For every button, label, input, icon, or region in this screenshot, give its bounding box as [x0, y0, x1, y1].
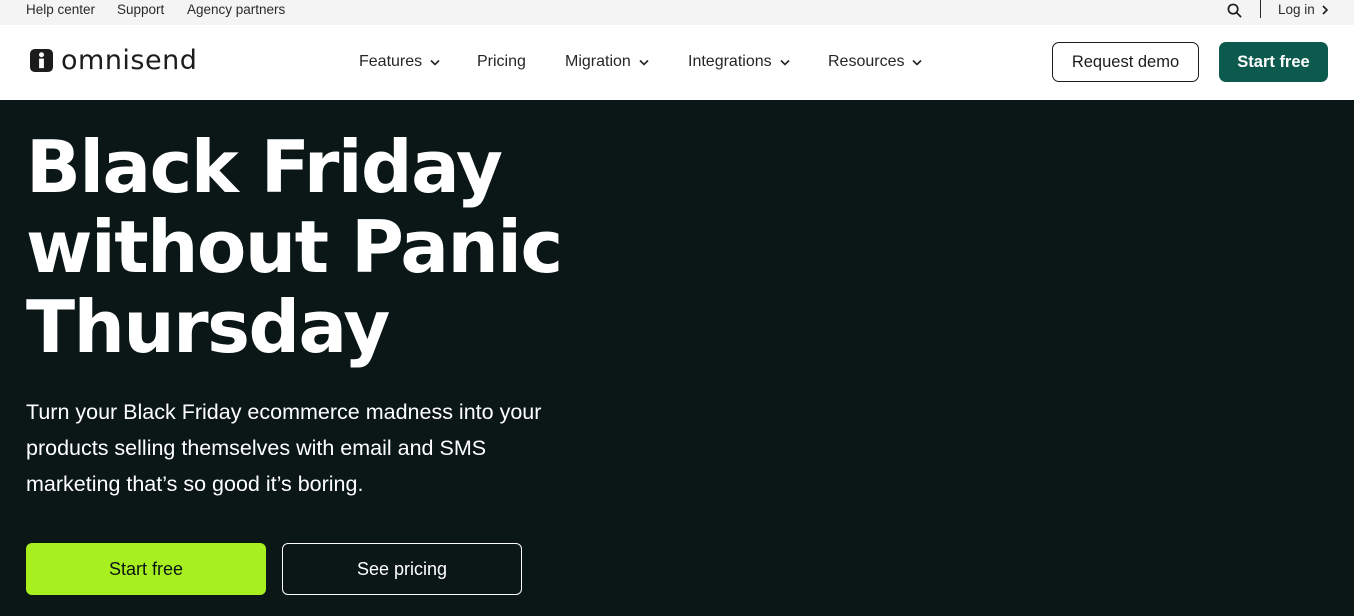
utility-bar: Help center Support Agency partners Log …	[0, 0, 1354, 25]
nav-pricing[interactable]: Pricing	[477, 53, 526, 71]
agency-partners-link[interactable]: Agency partners	[187, 2, 285, 17]
login-link[interactable]: Log in	[1278, 2, 1329, 17]
omnisend-logo[interactable]: omnisend	[30, 47, 197, 74]
main-nav: omnisend Features Pricing Migration Inte…	[0, 25, 1354, 100]
utility-divider	[1260, 0, 1261, 18]
chevron-right-icon	[1322, 4, 1328, 15]
subtext-line: marketing that’s so good it’s boring.	[26, 472, 364, 496]
nav-resources-label: Resources	[828, 53, 905, 70]
headline-line: without Panic	[26, 205, 563, 289]
subtext-line: products selling themselves with email a…	[26, 436, 487, 460]
help-center-link[interactable]: Help center	[26, 2, 95, 17]
support-link[interactable]: Support	[117, 2, 164, 17]
nav-resources[interactable]: Resources	[828, 53, 923, 71]
nav-integrations-label: Integrations	[688, 53, 772, 70]
nav-migration[interactable]: Migration	[565, 53, 649, 71]
nav-integrations[interactable]: Integrations	[688, 53, 790, 71]
hero-start-free-button[interactable]: Start free	[26, 543, 266, 595]
subtext-line: Turn your Black Friday ecommerce madness…	[26, 400, 542, 424]
omnisend-logo-mark-icon	[30, 49, 53, 72]
login-label: Log in	[1278, 2, 1315, 17]
chevron-down-icon	[639, 59, 649, 66]
nav-features-label: Features	[359, 53, 423, 70]
chevron-down-icon	[912, 59, 923, 66]
request-demo-button[interactable]: Request demo	[1052, 42, 1199, 82]
headline-line: Thursday	[26, 285, 390, 369]
see-pricing-button[interactable]: See pricing	[282, 543, 522, 595]
search-icon[interactable]	[1227, 3, 1242, 18]
nav-start-free-button[interactable]: Start free	[1219, 42, 1328, 82]
brand-name: omnisend	[61, 45, 198, 76]
chevron-down-icon	[780, 59, 790, 66]
hero-subtext: Turn your Black Friday ecommerce madness…	[26, 394, 586, 502]
hero-headline: Black Friday without Panic Thursday	[26, 127, 646, 367]
chevron-down-icon	[430, 59, 440, 66]
hero-section: Black Friday without Panic Thursday Turn…	[0, 100, 1354, 616]
nav-pricing-label: Pricing	[477, 53, 526, 70]
nav-features[interactable]: Features	[359, 53, 440, 71]
headline-line: Black Friday	[26, 125, 503, 209]
nav-migration-label: Migration	[565, 53, 631, 70]
